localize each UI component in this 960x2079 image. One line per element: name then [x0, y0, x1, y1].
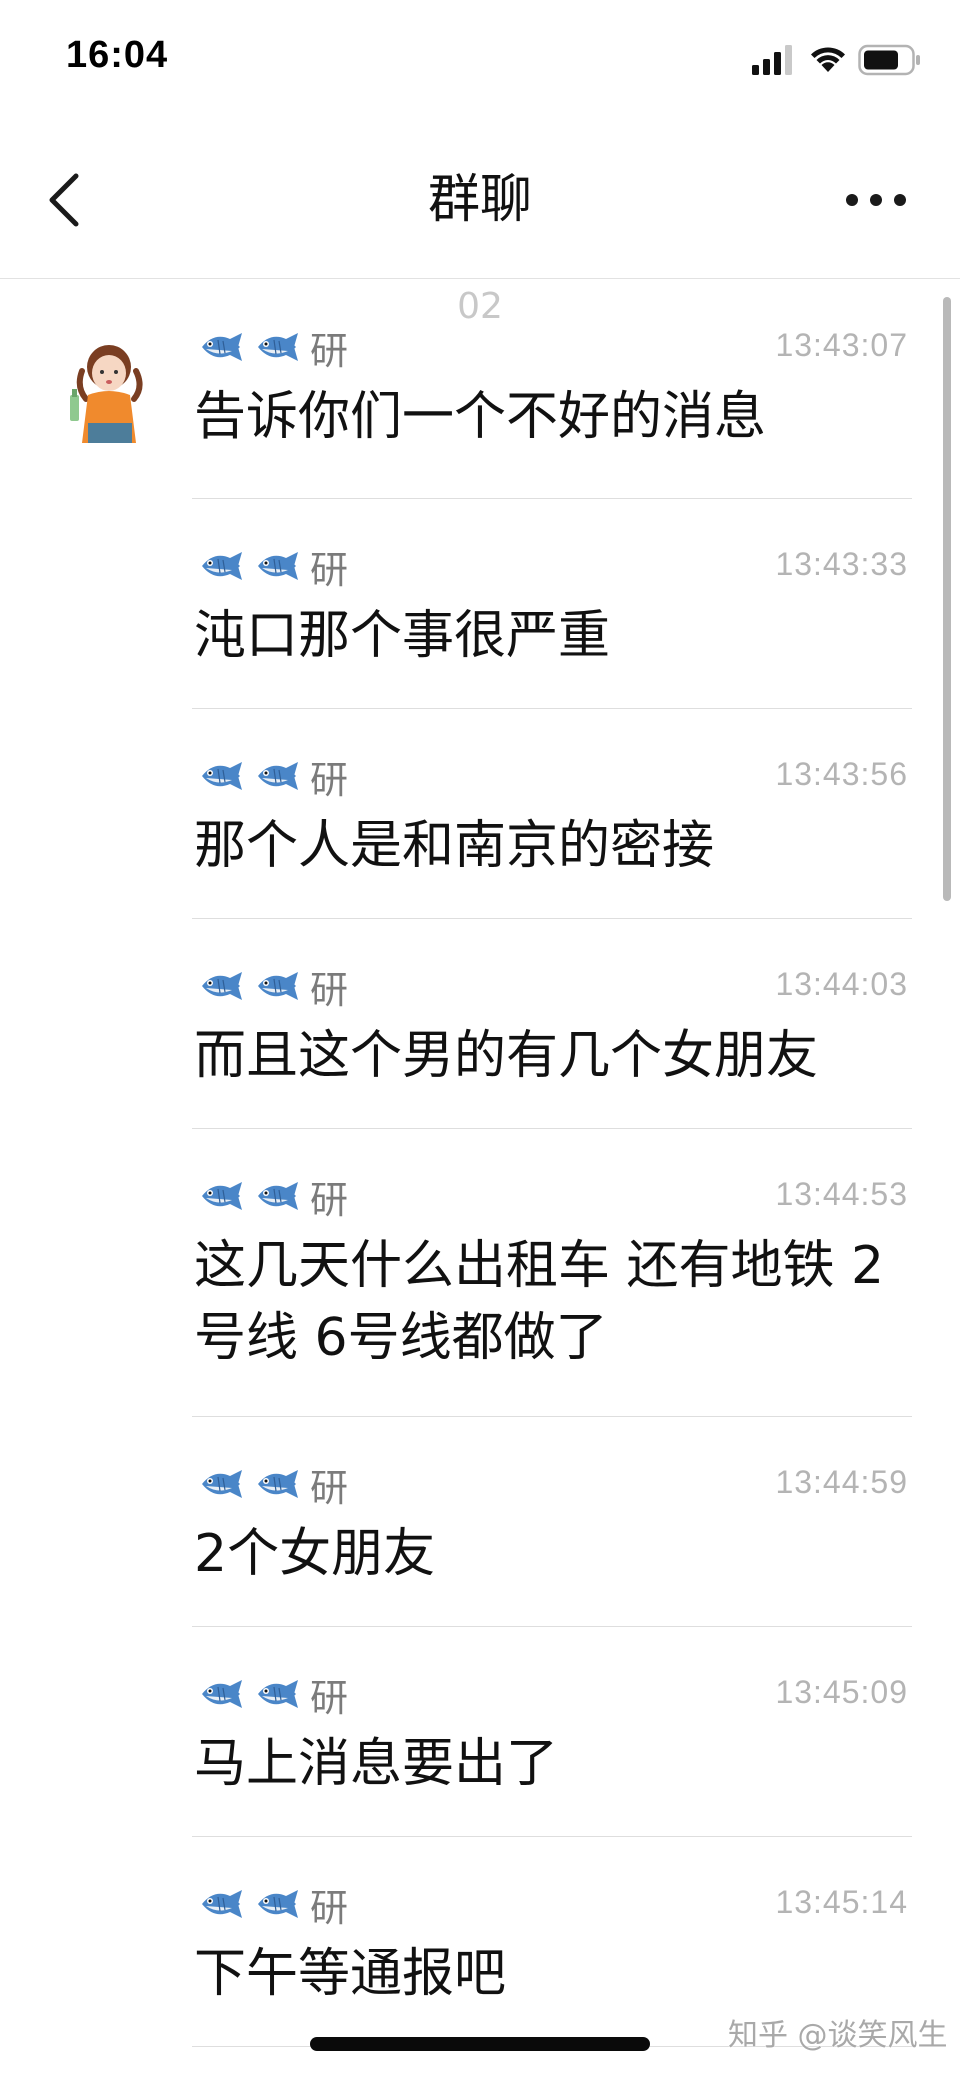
message-item[interactable]: 研 13:44:03 而且这个男的有几个女朋友: [0, 918, 960, 1129]
fish-emoji-icon: [202, 1470, 242, 1498]
fish-emoji-icon: [258, 1890, 298, 1918]
message-timestamp: 13:44:03: [775, 966, 908, 1002]
fish-emoji-icon: [258, 1680, 298, 1708]
navigation-bar: 群聊: [0, 120, 960, 279]
fish-emoji-icon: [258, 972, 298, 1000]
message-item[interactable]: 研 13:43:07 告诉你们一个不好的消息: [0, 279, 960, 499]
fish-emoji-icon: [258, 1470, 298, 1498]
sender-name: 研: [310, 547, 349, 592]
cellular-signal-icon: [752, 45, 792, 75]
fish-emoji-icon: [202, 1680, 242, 1708]
message-text: 这几天什么出租车 还有地铁 2 号线 6号线都做了: [194, 1236, 885, 1368]
chat-message-list[interactable]: 2021-08-02: [0, 279, 960, 2079]
fish-emoji-icon: [202, 1182, 242, 1210]
sender-name: 研: [310, 1177, 349, 1222]
more-dots-icon: [846, 194, 906, 206]
battery-icon: [858, 44, 920, 76]
sender-label: 研: [196, 543, 348, 592]
status-bar: 16:04: [0, 0, 960, 120]
sender-label: 研: [196, 324, 348, 373]
wifi-icon: [811, 47, 845, 72]
message-timestamp: 13:44:59: [775, 1464, 908, 1500]
message-item[interactable]: 研 13:43:33 沌口那个事很严重: [0, 498, 960, 709]
page-title: 群聊: [427, 170, 532, 230]
fish-emoji-icon: [258, 762, 298, 790]
message-text: 沌口那个事很严重: [194, 606, 611, 666]
fish-emoji-icon: [202, 552, 242, 580]
message-timestamp: 13:43:56: [775, 756, 908, 792]
fish-emoji-icon: [202, 333, 242, 361]
message-text: 而且这个男的有几个女朋友: [194, 1026, 819, 1086]
message-item[interactable]: 研 13:44:59 2个女朋友: [0, 1416, 960, 1627]
fish-emoji-icon: [202, 762, 242, 790]
message-item[interactable]: 研 13:45:09 马上消息要出了: [0, 1626, 960, 1837]
message-timestamp: 13:43:07: [775, 327, 908, 363]
sender-name: 研: [310, 328, 349, 373]
message-timestamp: 13:44:53: [775, 1176, 908, 1212]
message-text: 下午等通报吧: [194, 1944, 507, 2004]
sender-label: 研: [196, 1881, 348, 1930]
sender-name: 研: [310, 757, 349, 802]
message-text: 告诉你们一个不好的消息: [194, 387, 767, 447]
sender-label: 研: [196, 753, 348, 802]
chevron-left-icon: [49, 173, 79, 227]
home-indicator[interactable]: [310, 2037, 650, 2051]
more-options-button[interactable]: [838, 180, 918, 220]
message-item[interactable]: 研 13:44:53 这几天什么出租车 还有地铁 2 号线 6号线都做了: [0, 1128, 960, 1417]
message-timestamp: 13:45:09: [775, 1674, 908, 1710]
fish-emoji-icon: [258, 333, 298, 361]
watermark: 知乎 @谈笑风生: [728, 2018, 948, 2053]
sender-label: 研: [196, 1461, 348, 1510]
sender-name: 研: [310, 1465, 349, 1510]
sender-name: 研: [310, 967, 349, 1012]
back-button[interactable]: [30, 160, 100, 240]
message-text: 那个人是和南京的密接: [194, 816, 715, 876]
fish-emoji-icon: [258, 1182, 298, 1210]
fish-emoji-icon: [258, 552, 298, 580]
status-time: 16:04: [66, 34, 169, 76]
message-text: 马上消息要出了: [194, 1734, 559, 1794]
sender-label: 研: [196, 1173, 348, 1222]
sender-label: 研: [196, 1671, 348, 1720]
message-timestamp: 13:43:33: [775, 546, 908, 582]
avatar[interactable]: [64, 337, 154, 447]
sender-name: 研: [310, 1675, 349, 1720]
message-text: 2个女朋友: [194, 1524, 436, 1584]
fish-emoji-icon: [202, 1890, 242, 1918]
fish-emoji-icon: [202, 972, 242, 1000]
sender-label: 研: [196, 963, 348, 1012]
message-timestamp: 13:45:14: [775, 1884, 908, 1920]
sender-name: 研: [310, 1885, 349, 1930]
message-item[interactable]: 研 13:43:56 那个人是和南京的密接: [0, 708, 960, 919]
